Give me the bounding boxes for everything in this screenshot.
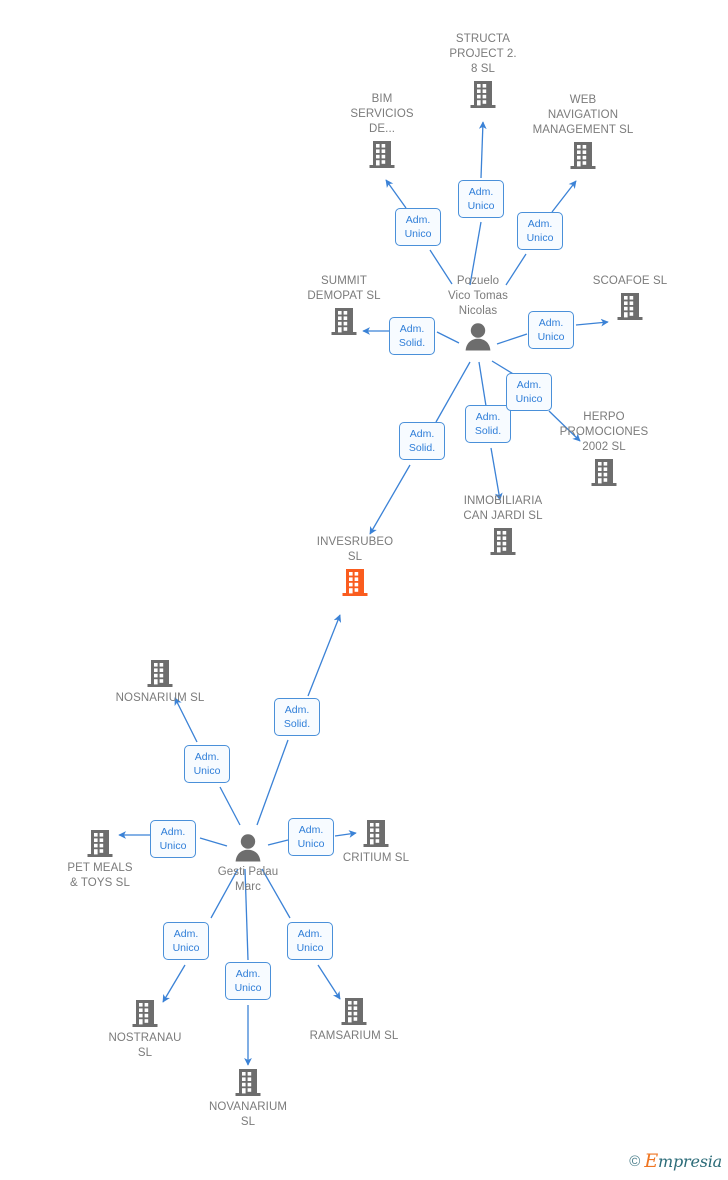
node-caption: STRUCTA PROJECT 2. 8 SL bbox=[449, 33, 517, 75]
edge-label-e3[interactable]: Adm. Unico bbox=[517, 212, 563, 250]
graph-node-nosnarium[interactable]: NOSNARIUM SL bbox=[80, 656, 240, 706]
graph-node-inmobiliaria[interactable]: INMOBILIARIA CAN JARDI SL bbox=[423, 494, 583, 558]
copyright-icon: © bbox=[629, 1152, 641, 1170]
company-building-icon bbox=[147, 660, 173, 687]
graph-node-ramsarium[interactable]: RAMSARIUM SL bbox=[274, 994, 434, 1044]
company-building-icon bbox=[470, 81, 496, 108]
edge-e7 bbox=[490, 447, 503, 501]
company-building-icon bbox=[570, 142, 596, 169]
company-building-icon bbox=[132, 1000, 158, 1027]
brand-rest: mpresia bbox=[658, 1152, 722, 1171]
edge-label-e7[interactable]: Adm. Solid. bbox=[465, 405, 511, 443]
edge-e6 bbox=[369, 464, 411, 535]
graph-node-herpo[interactable]: HERPO PROMOCIONES 2002 SL bbox=[524, 410, 684, 489]
company-building-icon bbox=[235, 1069, 261, 1096]
node-caption: NOVANARIUM SL bbox=[208, 1101, 288, 1128]
company-building-icon bbox=[591, 459, 617, 486]
company-building-icon bbox=[369, 141, 395, 168]
node-caption: RAMSARIUM SL bbox=[309, 1030, 399, 1042]
edge-label-e13[interactable]: Adm. Unico bbox=[163, 922, 209, 960]
edge-label-e10[interactable]: Adm. Unico bbox=[184, 745, 230, 783]
edge-label-e6[interactable]: Adm. Solid. bbox=[399, 422, 445, 460]
person-avatar-icon bbox=[465, 323, 491, 351]
edge-label-e14[interactable]: Adm. Unico bbox=[225, 962, 271, 1000]
node-caption: WEB NAVIGATION MANAGEMENT SL bbox=[532, 94, 634, 136]
graph-node-nostranau[interactable]: NOSTRANAU SL bbox=[65, 996, 225, 1061]
node-caption: SCOAFOE SL bbox=[592, 275, 668, 287]
node-caption: NOSNARIUM SL bbox=[115, 692, 205, 704]
edge-label-e9[interactable]: Adm. Solid. bbox=[274, 698, 320, 736]
brand-wordmark: Empresia bbox=[644, 1150, 722, 1172]
node-caption: BIM SERVICIOS DE... bbox=[350, 93, 414, 135]
graph-node-bim[interactable]: BIM SERVICIOS DE... bbox=[302, 92, 462, 171]
edge-label-e1[interactable]: Adm. Unico bbox=[458, 180, 504, 218]
company-building-icon bbox=[341, 998, 367, 1025]
company-building-icon bbox=[342, 569, 368, 596]
empresia-watermark: © Empresia bbox=[629, 1150, 722, 1172]
person-avatar-icon bbox=[235, 834, 261, 862]
node-caption: INVESRUBEO SL bbox=[316, 536, 394, 563]
company-building-icon bbox=[617, 293, 643, 320]
node-caption: NOSTRANAU SL bbox=[108, 1032, 182, 1059]
graph-canvas: STRUCTA PROJECT 2. 8 SL BIM SERVICIOS DE.… bbox=[0, 0, 728, 1180]
graph-node-novanarium[interactable]: NOVANARIUM SL bbox=[168, 1065, 328, 1130]
node-caption: INMOBILIARIA CAN JARDI SL bbox=[463, 495, 543, 522]
graph-node-web-nav[interactable]: WEB NAVIGATION MANAGEMENT SL bbox=[503, 93, 663, 172]
company-building-icon bbox=[331, 308, 357, 335]
edge-label-e4[interactable]: Adm. Solid. bbox=[389, 317, 435, 355]
edge-e3 bbox=[551, 180, 577, 213]
edge-label-e8[interactable]: Adm. Unico bbox=[506, 373, 552, 411]
edge-label-e2[interactable]: Adm. Unico bbox=[395, 208, 441, 246]
edge-e10 bbox=[219, 786, 241, 826]
edge-e2 bbox=[385, 179, 407, 209]
edge-label-e5[interactable]: Adm. Unico bbox=[528, 311, 574, 349]
node-caption: PET MEALS & TOYS SL bbox=[67, 862, 133, 889]
graph-node-scoafoe[interactable]: SCOAFOE SL bbox=[550, 274, 710, 323]
graph-node-invesrubeo[interactable]: INVESRUBEO SL bbox=[275, 535, 435, 599]
company-building-icon bbox=[363, 820, 389, 847]
edge-e7 bbox=[478, 361, 487, 407]
node-caption: HERPO PROMOCIONES 2002 SL bbox=[559, 411, 649, 453]
node-caption: Gesti Palau Marc bbox=[217, 866, 279, 893]
edge-e9 bbox=[256, 739, 289, 826]
edge-label-e12[interactable]: Adm. Unico bbox=[288, 818, 334, 856]
brand-capital: E bbox=[644, 1150, 658, 1172]
edge-label-e11[interactable]: Adm. Unico bbox=[150, 820, 196, 858]
company-building-icon bbox=[87, 830, 113, 857]
edge-label-e15[interactable]: Adm. Unico bbox=[287, 922, 333, 960]
edge-e9 bbox=[307, 614, 342, 697]
company-building-icon bbox=[490, 528, 516, 555]
edge-e1 bbox=[478, 121, 487, 179]
